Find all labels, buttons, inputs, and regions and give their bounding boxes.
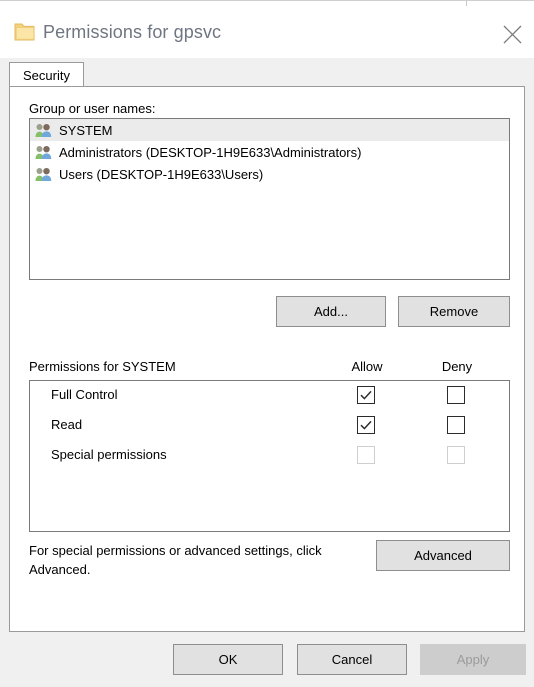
list-item[interactable]: Users (DESKTOP-1H9E633\Users) [30, 163, 509, 185]
group-users-icon [35, 167, 52, 181]
group-names-label: Group or user names: [29, 101, 156, 116]
list-item-label: SYSTEM [59, 122, 113, 138]
tab-strip: Security [0, 58, 534, 88]
close-icon[interactable] [490, 14, 534, 54]
group-users-icon [35, 145, 52, 159]
permissions-list: Full Control Read Special permissions [29, 380, 510, 532]
permission-row: Read [30, 411, 509, 441]
deny-column-header: Deny [441, 359, 473, 374]
allow-checkbox[interactable] [357, 416, 375, 434]
deny-checkbox [447, 446, 465, 464]
permission-name: Read [51, 417, 83, 432]
list-item-label: Administrators (DESKTOP-1H9E633\Administ… [59, 144, 362, 160]
allow-checkbox[interactable] [357, 386, 375, 404]
apply-button: Apply [420, 644, 526, 675]
cancel-button[interactable]: Cancel [297, 644, 407, 675]
tab-security[interactable]: Security [9, 62, 84, 88]
permission-row: Special permissions [30, 441, 509, 471]
checkmark-icon [360, 420, 372, 430]
window-title: Permissions for gpsvc [43, 22, 222, 42]
list-item-label: Users (DESKTOP-1H9E633\Users) [59, 166, 264, 182]
checkmark-icon [360, 390, 372, 400]
group-users-icon [35, 123, 52, 137]
advanced-help-text: For special permissions or advanced sett… [29, 543, 322, 577]
permission-row: Full Control [30, 381, 509, 411]
tab-security-label: Security [23, 68, 70, 83]
list-item[interactable]: Administrators (DESKTOP-1H9E633\Administ… [30, 141, 509, 163]
folder-icon [14, 22, 36, 42]
title-bar: Permissions for gpsvc [0, 6, 534, 58]
permission-name: Full Control [51, 387, 118, 402]
deny-checkbox[interactable] [447, 416, 465, 434]
ok-button[interactable]: OK [173, 644, 283, 675]
allow-checkbox [357, 446, 375, 464]
permission-name: Special permissions [51, 447, 167, 462]
allow-column-header: Allow [351, 359, 383, 374]
group-user-list[interactable]: SYSTEM Administrators (DESKTOP-1H9E633\A… [29, 118, 510, 280]
security-tab-panel: Group or user names: SYSTEM Administrato… [9, 86, 525, 632]
permissions-label: Permissions for SYSTEM [29, 359, 176, 374]
remove-button[interactable]: Remove [398, 296, 510, 327]
deny-checkbox[interactable] [447, 386, 465, 404]
advanced-button[interactable]: Advanced [376, 540, 510, 571]
permissions-dialog: Permissions for gpsvc Security Group or … [0, 0, 534, 687]
list-item[interactable]: SYSTEM [30, 119, 509, 141]
add-button[interactable]: Add... [276, 296, 386, 327]
